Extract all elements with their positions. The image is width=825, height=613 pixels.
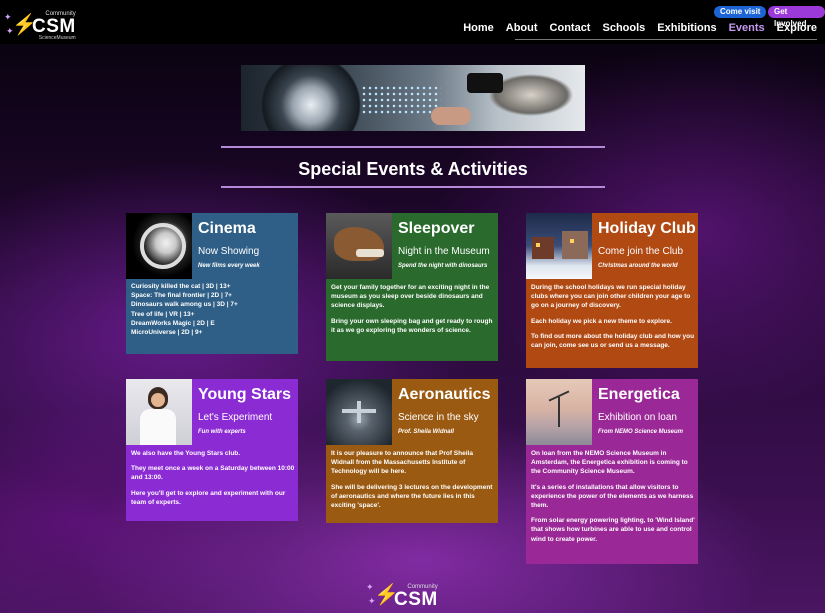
holiday-club-thumbnail	[526, 213, 592, 279]
card-body: Curiosity killed the cat | 3D | 13+ Spac…	[131, 282, 295, 337]
young-stars-thumbnail	[126, 379, 192, 445]
card-tag: Fun with experts	[198, 429, 246, 435]
nav-about[interactable]: About	[506, 22, 538, 37]
card-tag: From NEMO Science Museum	[598, 429, 684, 435]
card-title: Energetica	[598, 386, 680, 403]
logo-csm-text: CSM	[32, 16, 76, 37]
event-card-holiday-club[interactable]: Holiday Club Come join the Club Christma…	[526, 213, 698, 368]
card-body: During the school holidays we run specia…	[531, 283, 695, 356]
card-tag: Christmas around the world	[598, 263, 678, 269]
nav-underline	[515, 39, 817, 40]
hero-image	[241, 65, 585, 131]
film-listing: MicroUniverse | 2D | 9+	[131, 329, 203, 337]
card-paragraph: It's a series of installations that allo…	[531, 483, 694, 510]
heading-rule-top	[221, 146, 605, 148]
card-paragraph: She will be delivering 3 lectures on the…	[331, 483, 493, 510]
card-subtitle: Night in the Museum	[398, 246, 490, 257]
event-card-energetica[interactable]: Energetica Exhibition on loan From NEMO …	[526, 379, 698, 564]
card-paragraph: Get your family together for an exciting…	[331, 284, 490, 310]
card-paragraph: We also have the Young Stars club.	[131, 450, 241, 457]
card-subtitle: Science in the sky	[398, 412, 479, 423]
film-listing: DreamWorks Magic | 2D | E	[131, 319, 215, 327]
card-title: Young Stars	[198, 386, 292, 403]
film-listing: Dinosaurs walk among us | 3D | 7+	[131, 301, 238, 309]
card-tag: New films every week	[198, 263, 260, 269]
card-paragraph: Bring your own sleeping bag and get read…	[331, 317, 493, 334]
nav-schools[interactable]: Schools	[602, 22, 645, 37]
main-nav: Home About Contact Schools Exhibitions E…	[463, 22, 817, 37]
card-subtitle: Let's Experiment	[198, 412, 273, 423]
event-card-cinema[interactable]: Cinema Now Showing New films every week …	[126, 213, 298, 354]
nav-explore[interactable]: Explore	[777, 22, 817, 37]
event-card-aeronautics[interactable]: Aeronautics Science in the sky Prof. She…	[326, 379, 498, 523]
page-heading: Special Events & Activities	[298, 159, 528, 179]
film-listing: Curiosity killed the cat | 3D | 13+	[131, 283, 231, 290]
card-body: We also have the Young Stars club. They …	[131, 449, 295, 513]
get-involved-button[interactable]: Get Involved	[768, 6, 825, 28]
card-paragraph: On loan from the NEMO Science Museum in …	[531, 450, 688, 476]
card-title: Holiday Club	[598, 220, 696, 237]
card-title: Cinema	[198, 220, 256, 237]
card-paragraph: To find out more about the holiday club …	[531, 332, 695, 350]
site-logo[interactable]: ✦ ✦ ⚡ Community CSM ScienceMuseum	[4, 11, 76, 41]
heading-rule-bottom	[221, 186, 605, 188]
cinema-thumbnail	[126, 213, 192, 279]
nav-exhibitions[interactable]: Exhibitions	[657, 22, 716, 37]
come-visit-button[interactable]: Come visit	[714, 6, 767, 18]
lightning-star-icon: ✦ ✦ ⚡	[4, 12, 37, 36]
nav-home[interactable]: Home	[463, 22, 494, 37]
card-tag: Spend the night with dinosaurs	[398, 263, 488, 269]
card-body: It is our pleasure to announce that Prof…	[331, 449, 495, 516]
nav-events[interactable]: Events	[729, 22, 765, 37]
nav-contact[interactable]: Contact	[550, 22, 591, 37]
card-paragraph: From solar energy powering lighting, to …	[531, 517, 695, 543]
film-listing: Tree of life | VR | 13+	[131, 310, 195, 318]
card-body: On loan from the NEMO Science Museum in …	[531, 449, 695, 550]
card-tag: Prof. Sheila Widnall	[398, 429, 454, 435]
card-paragraph: During the school holidays we run specia…	[531, 284, 691, 310]
footer-logo[interactable]: ✦ ✦ ⚡ Community CSM	[366, 583, 438, 609]
card-paragraph: Here you'll get to explore and experimen…	[131, 489, 286, 506]
event-card-sleepover[interactable]: Sleepover Night in the Museum Spend the …	[326, 213, 498, 361]
card-paragraph: It is our pleasure to announce that Prof…	[331, 450, 473, 476]
logo-csm-text: CSM	[394, 588, 438, 610]
aeronautics-thumbnail	[326, 379, 392, 445]
card-subtitle: Now Showing	[198, 246, 260, 257]
lightning-star-icon: ✦ ✦ ⚡	[366, 582, 399, 606]
card-title: Sleepover	[398, 220, 475, 237]
event-card-young-stars[interactable]: Young Stars Let's Experiment Fun with ex…	[126, 379, 298, 521]
card-title: Aeronautics	[398, 386, 491, 403]
film-listing: Space: The final frontier | 2D | 7+	[131, 292, 232, 300]
energetica-thumbnail	[526, 379, 592, 445]
card-paragraph: They meet once a week on a Saturday betw…	[131, 465, 295, 482]
card-paragraph: Each holiday we pick a new theme to expl…	[531, 317, 672, 325]
sleepover-thumbnail	[326, 213, 392, 279]
card-body: Get your family together for an exciting…	[331, 283, 495, 341]
card-subtitle: Exhibition on loan	[598, 412, 677, 423]
card-subtitle: Come join the Club	[598, 246, 684, 257]
logo-subtitle: ScienceMuseum	[38, 35, 76, 41]
